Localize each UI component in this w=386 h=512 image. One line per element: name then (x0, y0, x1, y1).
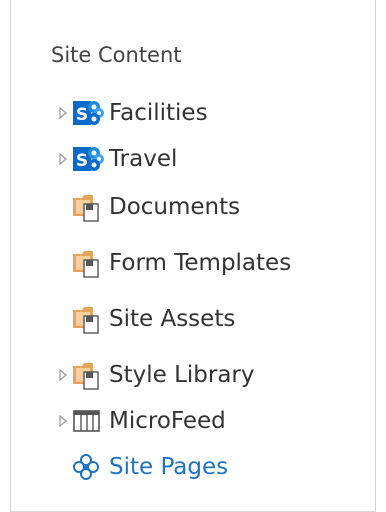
tree-item-microfeed[interactable]: MicroFeed (59, 401, 369, 441)
tree-item-label: Site Pages (109, 454, 229, 480)
tree-item-form-templates[interactable]: Form Templates (59, 243, 369, 283)
panel-heading: Site Content (51, 43, 182, 67)
tree-item-label: MicroFeed (109, 408, 226, 434)
tree-item-facilities[interactable]: S Facilities (59, 93, 369, 133)
tree-item-label: Facilities (109, 100, 208, 126)
tree-item-label: Documents (109, 194, 241, 220)
tree-item-documents[interactable]: Documents (59, 187, 369, 227)
site-content-panel: Site Content S Facilities S Travel Docum… (10, 0, 376, 512)
sharepoint-site-icon: S (73, 144, 109, 174)
expand-arrow-icon[interactable] (59, 355, 73, 395)
document-library-icon (73, 192, 109, 222)
expand-arrow-icon[interactable] (59, 401, 73, 441)
svg-text:S: S (76, 151, 88, 171)
document-library-icon (73, 360, 109, 390)
sharepoint-site-icon: S (73, 98, 109, 128)
tree-item-label: Travel (109, 146, 178, 172)
tree-item-label: Form Templates (109, 250, 292, 276)
tree-item-travel[interactable]: S Travel (59, 139, 369, 179)
tree-item-style-library[interactable]: Style Library (59, 355, 369, 395)
document-library-icon (73, 248, 109, 278)
tree-item-label: Style Library (109, 362, 255, 388)
tree-item-label: Site Assets (109, 306, 236, 332)
tree-item-site-pages[interactable]: Site Pages (59, 447, 369, 487)
document-library-icon (73, 304, 109, 334)
expand-arrow-icon[interactable] (59, 93, 73, 133)
site-pages-icon (73, 452, 109, 482)
expand-arrow-icon[interactable] (59, 139, 73, 179)
svg-text:S: S (76, 105, 88, 125)
list-icon (73, 406, 109, 436)
tree-item-site-assets[interactable]: Site Assets (59, 299, 369, 339)
